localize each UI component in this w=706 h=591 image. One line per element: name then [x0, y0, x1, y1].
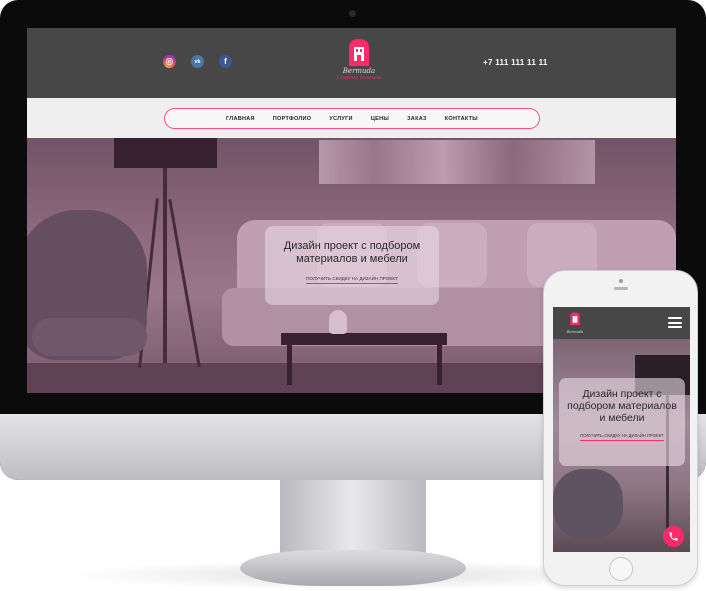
mobile-hero-armchair: [553, 469, 623, 539]
imac-stand-foot: [240, 550, 466, 586]
mobile-logo-name: Bermuda: [566, 330, 584, 334]
facebook-icon[interactable]: f: [219, 55, 232, 68]
mobile-hero-card: Дизайн проект с подбором материалов и ме…: [559, 378, 685, 466]
hero-title: Дизайн проект с подбором материалов и ме…: [283, 240, 421, 265]
iphone-frame: Bermuda Дизайн проект с подбором материа…: [543, 270, 698, 586]
earpiece-speaker: [614, 287, 628, 290]
nav-link-order[interactable]: ЗАКАЗ: [407, 116, 427, 122]
call-button[interactable]: [663, 526, 684, 547]
phone-number[interactable]: +7 111 111 11 11: [483, 58, 548, 67]
social-links: vk f: [163, 55, 232, 68]
logo-house-icon: [349, 39, 369, 66]
mobile-hero: Дизайн проект с подбором материалов и ме…: [553, 339, 690, 552]
camera-icon: [349, 10, 356, 17]
logo-name: Bermuda: [342, 67, 376, 75]
hamburger-menu-icon[interactable]: [668, 317, 682, 328]
nav-link-prices[interactable]: ЦЕНЫ: [371, 116, 389, 122]
nav-link-services[interactable]: УСЛУГИ: [329, 116, 352, 122]
vk-icon[interactable]: vk: [191, 55, 204, 68]
main-navbar: ГЛАВНАЯ ПОРТФОЛИО УСЛУГИ ЦЕНЫ ЗАКАЗ КОНТ…: [27, 98, 676, 138]
discount-cta-link[interactable]: ПОЛУЧИТЬ СКИДКУ НА ДИЗАЙН ПРОЕКТ: [306, 276, 398, 284]
site-logo[interactable]: Bermuda Студия дизайна: [329, 38, 389, 96]
mobile-website-screen: Bermuda Дизайн проект с подбором материа…: [553, 307, 690, 552]
nav-link-portfolio[interactable]: ПОРТФОЛИО: [273, 116, 312, 122]
nav-link-contacts[interactable]: КОНТАКТЫ: [445, 116, 478, 122]
imac-stand-neck: [280, 480, 426, 554]
phone-icon: [669, 532, 678, 541]
logo-house-icon: [570, 312, 580, 325]
mobile-hero-title: Дизайн проект с подбором материалов и ме…: [567, 388, 677, 424]
nav-link-home[interactable]: ГЛАВНАЯ: [226, 116, 255, 122]
mobile-header: Bermuda: [553, 307, 690, 339]
hero-card: Дизайн проект с подбором материалов и ме…: [265, 226, 439, 305]
device-mockup-stage: vk f Bermuda Студия дизайна +7 111 111 1…: [0, 0, 706, 591]
nav-pill: ГЛАВНАЯ ПОРТФОЛИО УСЛУГИ ЦЕНЫ ЗАКАЗ КОНТ…: [164, 108, 540, 129]
front-camera-icon: [619, 279, 623, 283]
logo-tagline: Студия дизайна: [336, 75, 382, 81]
instagram-icon[interactable]: [163, 55, 176, 68]
site-header: vk f Bermuda Студия дизайна +7 111 111 1…: [27, 28, 676, 98]
home-button[interactable]: [609, 557, 633, 581]
mobile-logo[interactable]: Bermuda: [565, 312, 585, 334]
mobile-discount-cta-link[interactable]: ПОЛУЧИТЬ СКИДКУ НА ДИЗАЙН ПРОЕКТ: [580, 433, 664, 441]
